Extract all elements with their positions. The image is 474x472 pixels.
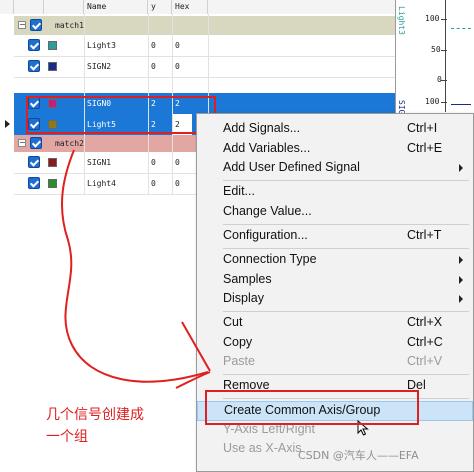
arrowhead-bottom [175,371,211,389]
watermark: CSDN @汽车人——EFA [298,449,419,462]
arrowhead-top [181,321,211,372]
annotation-line-2: 一个组 [46,429,88,445]
annotation-arrow [61,149,211,389]
arrow-path [61,149,209,383]
annotation-note: 几个信号创建成 一个组 [46,404,144,448]
annotation-line-1: 几个信号创建成 [46,407,144,423]
